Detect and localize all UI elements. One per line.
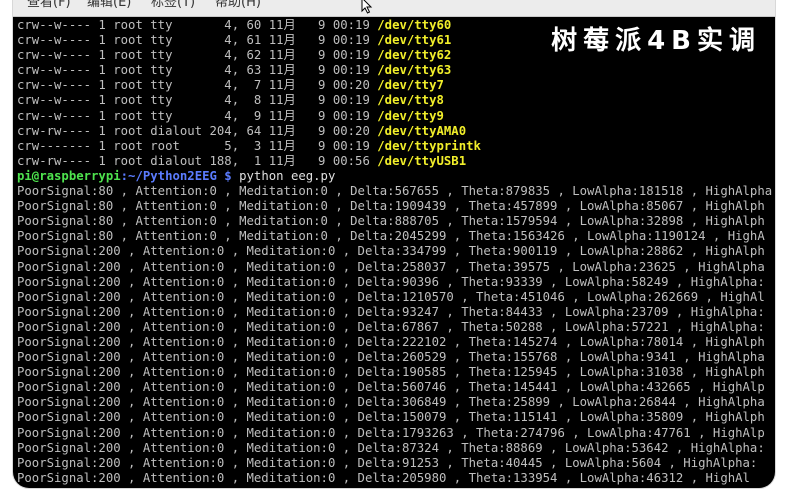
eeg-output-line: PoorSignal:200 , Attention:0 , Meditatio… bbox=[17, 334, 765, 349]
device-path: /dev/tty7 bbox=[377, 78, 444, 93]
device-line: crw--w---- 1 root tty 4, 8 11月 9 00:19 /… bbox=[17, 93, 775, 108]
device-line: crw------- 1 root root 5, 3 11月 9 00:19 … bbox=[17, 139, 775, 154]
device-permissions: crw--w---- 1 root tty 4, 60 11月 9 00:19 bbox=[17, 18, 378, 32]
eeg-output-line: PoorSignal:200 , Attention:0 , Meditatio… bbox=[17, 470, 750, 485]
prompt-command: python eeg.py bbox=[231, 168, 336, 183]
device-line: crw--w---- 1 root tty 4, 63 11月 9 00:19 … bbox=[17, 63, 775, 78]
prompt-user: pi@raspberrypi bbox=[17, 168, 121, 183]
overlay-title: 树莓派4B实调 bbox=[551, 26, 761, 56]
shell-prompt-line: pi@raspberrypi:~/Python2EEG $ python eeg… bbox=[17, 169, 775, 184]
eeg-output-line: PoorSignal:200 , Attention:0 , Meditatio… bbox=[17, 304, 765, 319]
eeg-output-line: PoorSignal:200 , Attention:0 , Meditatio… bbox=[17, 289, 765, 304]
device-line: crw-rw---- 1 root dialout 188, 1 11月 9 0… bbox=[17, 154, 775, 169]
device-line: crw-rw---- 1 root dialout 204, 64 11月 9 … bbox=[17, 124, 775, 139]
device-permissions: crw--w---- 1 root tty 4, 7 11月 9 00:20 bbox=[17, 78, 378, 93]
device-path: /dev/tty8 bbox=[377, 93, 444, 108]
device-path: /dev/ttyAMA0 bbox=[377, 123, 467, 138]
eeg-output-line: PoorSignal:200 , Attention:0 , Meditatio… bbox=[17, 319, 765, 334]
prompt-path: :~/Python2EEG $ bbox=[120, 168, 232, 183]
device-permissions: crw--w---- 1 root tty 4, 63 11月 9 00:19 bbox=[17, 63, 378, 78]
device-permissions: crw-rw---- 1 root dialout 204, 64 11月 9 … bbox=[17, 123, 378, 138]
device-path: /dev/tty63 bbox=[377, 63, 452, 78]
eeg-output-line: PoorSignal:80 , Attention:0 , Meditation… bbox=[17, 184, 773, 199]
device-path: /dev/tty61 bbox=[377, 33, 452, 48]
eeg-output-line: PoorSignal:80 , Attention:0 , Meditation… bbox=[17, 199, 765, 214]
device-path: /dev/tty9 bbox=[377, 108, 444, 123]
device-permissions: crw--w---- 1 root tty 4, 62 11月 9 00:19 bbox=[17, 48, 378, 63]
eeg-output-line: PoorSignal:200 , Attention:0 , Meditatio… bbox=[17, 365, 765, 380]
eeg-output-line: PoorSignal:200 , Attention:0 , Meditatio… bbox=[17, 410, 765, 425]
device-path: /dev/ttyprintk bbox=[377, 138, 481, 153]
eeg-output-line: PoorSignal:200 , Attention:0 , Meditatio… bbox=[17, 274, 765, 289]
menu-view[interactable]: 查看(F) bbox=[27, 0, 71, 9]
menu-tabs[interactable]: 标签(T) bbox=[151, 0, 195, 9]
eeg-output-line: PoorSignal:80 , Attention:0 , Meditation… bbox=[17, 229, 765, 244]
eeg-output-line: PoorSignal:200 , Attention:0 , Meditatio… bbox=[17, 380, 765, 395]
device-permissions: crw-rw---- 1 root dialout 188, 1 11月 9 0… bbox=[17, 153, 378, 168]
eeg-output-line: PoorSignal:80 , Attention:0 , Meditation… bbox=[17, 214, 765, 229]
eeg-output-line: PoorSignal:200 , Attention:0 , Meditatio… bbox=[17, 259, 765, 274]
device-line: crw--w---- 1 root tty 4, 7 11月 9 00:20 /… bbox=[17, 78, 775, 93]
device-permissions: crw--w---- 1 root tty 4, 9 11月 9 00:19 bbox=[17, 108, 378, 123]
device-permissions: crw------- 1 root root 5, 3 11月 9 00:19 bbox=[17, 138, 378, 153]
eeg-output-line: PoorSignal:200 , Attention:0 , Meditatio… bbox=[17, 244, 765, 259]
eeg-output-line: PoorSignal:200 , Attention:0 , Meditatio… bbox=[17, 440, 765, 455]
menu-bar: 查看(F) 编辑(E) 标签(T) 帮助(H) bbox=[13, 0, 775, 17]
eeg-output-line: PoorSignal:200 , Attention:0 , Meditatio… bbox=[17, 395, 765, 410]
terminal-window: 查看(F) 编辑(E) 标签(T) 帮助(H) crw--w---- 1 roo… bbox=[13, 0, 775, 488]
device-path: /dev/tty60 bbox=[377, 18, 452, 32]
menu-help[interactable]: 帮助(H) bbox=[215, 0, 261, 9]
mouse-pointer-icon bbox=[361, 0, 373, 14]
menu-edit[interactable]: 编辑(E) bbox=[87, 0, 131, 9]
device-path: /dev/ttyUSB1 bbox=[377, 153, 467, 168]
terminal-output[interactable]: crw--w---- 1 root tty 4, 60 11月 9 00:19 … bbox=[13, 18, 775, 488]
eeg-output-line: PoorSignal:200 , Attention:0 , Meditatio… bbox=[17, 455, 758, 470]
eeg-output-line: PoorSignal:200 , Attention:0 , Meditatio… bbox=[17, 350, 765, 365]
device-path: /dev/tty62 bbox=[377, 48, 452, 63]
device-permissions: crw--w---- 1 root tty 4, 61 11月 9 00:19 bbox=[17, 33, 378, 48]
device-permissions: crw--w---- 1 root tty 4, 8 11月 9 00:19 bbox=[17, 93, 378, 108]
device-line: crw--w---- 1 root tty 4, 9 11月 9 00:19 /… bbox=[17, 109, 775, 124]
eeg-output-line: PoorSignal:200 , Attention:0 , Meditatio… bbox=[17, 425, 765, 440]
